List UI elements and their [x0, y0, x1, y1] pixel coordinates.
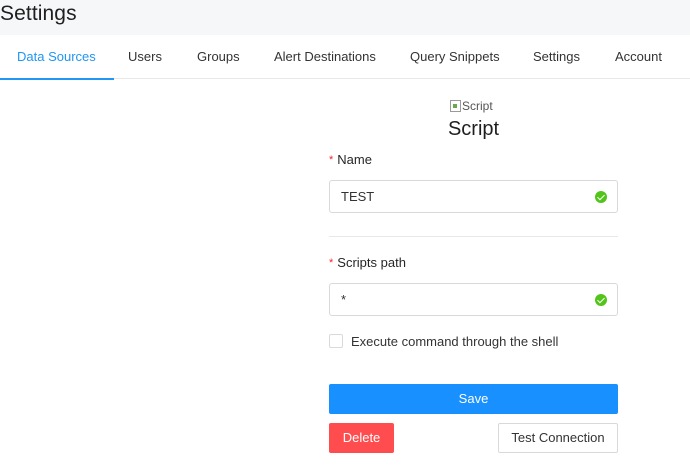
name-field-label: * Name: [329, 152, 372, 167]
logo-alt-text: Script: [462, 99, 493, 113]
tab-groups[interactable]: Groups: [197, 35, 240, 79]
name-input-value: TEST: [341, 189, 375, 204]
shell-option[interactable]: Execute command through the shell: [329, 333, 558, 349]
required-marker: *: [329, 257, 334, 269]
test-connection-button[interactable]: Test Connection: [498, 423, 618, 453]
shell-checkbox[interactable]: [329, 334, 343, 348]
required-marker: *: [329, 154, 334, 166]
data-source-logo: Script: [450, 98, 493, 114]
name-label-text: Name: [337, 152, 372, 167]
broken-image-icon: [450, 100, 461, 112]
tab-alert-destinations[interactable]: Alert Destinations: [274, 35, 376, 79]
settings-tabs: Data Sources Users Groups Alert Destinat…: [0, 35, 690, 80]
name-input[interactable]: TEST: [329, 180, 618, 213]
scripts-path-input[interactable]: *: [329, 283, 618, 316]
check-circle-icon: [595, 191, 607, 203]
tab-settings[interactable]: Settings: [533, 35, 580, 79]
scripts-path-input-value: *: [341, 292, 347, 307]
scripts-path-field-label: * Scripts path: [329, 255, 406, 270]
check-circle-icon: [595, 294, 607, 306]
scripts-path-label-text: Scripts path: [337, 255, 406, 270]
delete-button[interactable]: Delete: [329, 423, 394, 453]
tab-query-snippets[interactable]: Query Snippets: [410, 35, 500, 79]
page-header: Settings: [0, 0, 690, 35]
tab-users[interactable]: Users: [128, 35, 162, 79]
shell-checkbox-label: Execute command through the shell: [351, 333, 559, 349]
page-title: Settings: [0, 2, 77, 25]
save-button[interactable]: Save: [329, 384, 618, 414]
form-title: Script: [447, 118, 500, 140]
divider: [329, 236, 618, 237]
tab-data-sources[interactable]: Data Sources: [0, 35, 114, 80]
tab-account[interactable]: Account: [615, 35, 662, 79]
